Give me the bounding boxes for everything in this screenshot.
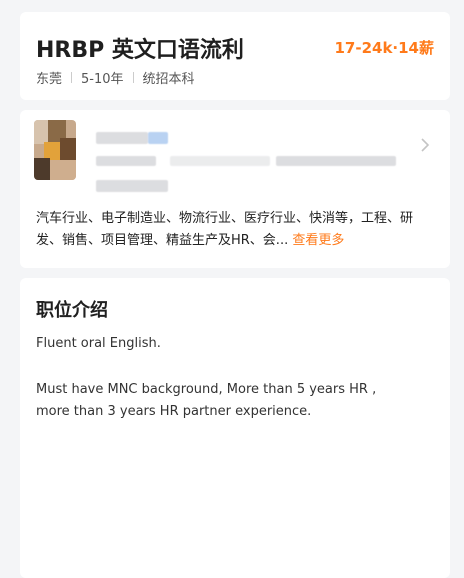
job-experience: 5-10年 bbox=[81, 72, 124, 87]
chevron-right-icon[interactable] bbox=[420, 138, 430, 152]
description-line: Must have MNC background, More than 5 ye… bbox=[36, 382, 377, 397]
see-more-link[interactable]: 查看更多 bbox=[292, 233, 344, 248]
job-location: 东莞 bbox=[36, 72, 63, 87]
description-line: more than 3 years HR partner experience. bbox=[36, 404, 312, 419]
meta-divider bbox=[71, 72, 73, 83]
job-meta: 东莞 5-10年 统招本科 bbox=[36, 68, 195, 87]
company-badge-blurred bbox=[148, 132, 168, 144]
section-heading: 职位介绍 bbox=[36, 300, 108, 321]
industries-text: 汽车行业、电子制造业、物流行业、医疗行业、快消等，工程、研发、销售、项目管理、精… bbox=[36, 211, 414, 248]
description-line: Fluent oral English. bbox=[36, 336, 161, 351]
company-info-blurred bbox=[170, 156, 270, 166]
job-education: 统招本科 bbox=[142, 72, 195, 87]
salary: 17-24k·14薪 bbox=[334, 39, 434, 57]
job-title: HRBP 英文口语流利 bbox=[36, 38, 244, 63]
company-info-blurred bbox=[96, 156, 156, 166]
company-card[interactable]: 汽车行业、电子制造业、物流行业、医疗行业、快消等，工程、研发、销售、项目管理、精… bbox=[20, 110, 450, 268]
company-info-blurred bbox=[96, 180, 168, 192]
job-description-card: 职位介绍 Fluent oral English. Must have MNC … bbox=[20, 278, 450, 578]
job-header-card: HRBP 英文口语流利 17-24k·14薪 东莞 5-10年 统招本科 bbox=[20, 12, 450, 100]
meta-divider bbox=[132, 72, 134, 83]
company-info-blurred bbox=[276, 156, 396, 166]
company-avatar[interactable] bbox=[34, 120, 76, 180]
company-industries: 汽车行业、电子制造业、物流行业、医疗行业、快消等，工程、研发、销售、项目管理、精… bbox=[36, 208, 432, 252]
company-name-blurred bbox=[96, 132, 148, 144]
